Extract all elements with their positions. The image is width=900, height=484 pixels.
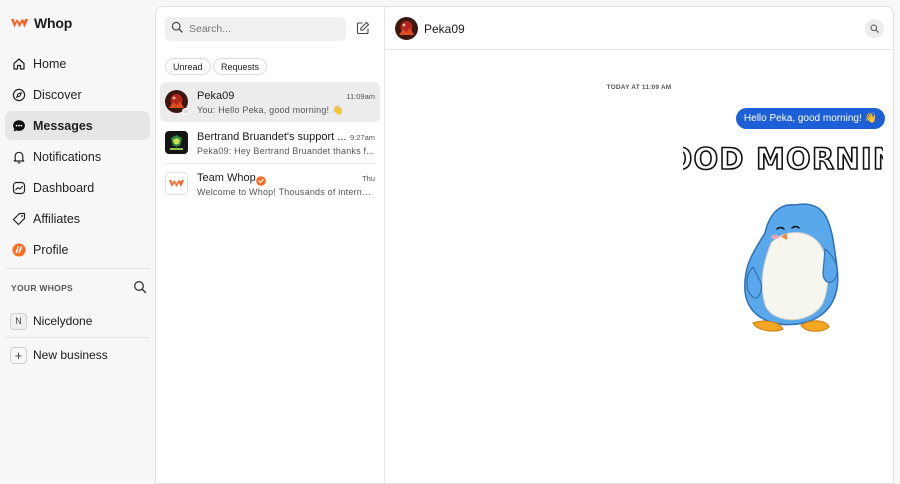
message-bubble[interactable]: Hello Peka, good morning! 👋 <box>735 108 885 129</box>
conversation-time: 11:09am <box>346 92 375 101</box>
whop-avatar: N <box>10 312 27 330</box>
new-business-button[interactable]: + New business <box>5 343 150 367</box>
nav-divider <box>5 268 150 269</box>
date-separator: TODAY AT 11:09 AM <box>606 84 672 91</box>
whop-name: Nicelydone <box>33 314 93 328</box>
search-input[interactable] <box>189 23 329 35</box>
home-icon <box>12 57 26 71</box>
nav-affiliates-label: Affiliates <box>33 211 81 226</box>
new-business-label: New business <box>33 348 108 362</box>
nav-home[interactable]: Home <box>5 49 150 78</box>
nav-profile-label: Profile <box>33 242 69 257</box>
search-icon <box>171 20 183 38</box>
sticker-text: GOOD MORNING <box>683 142 883 176</box>
nav-dashboard[interactable]: Dashboard <box>5 173 150 202</box>
conversation-name: Peka09 <box>197 90 235 102</box>
conversation-name: Bertrand Bruandet's support ... <box>197 131 347 143</box>
nav-profile[interactable]: Profile <box>5 235 150 264</box>
search-icon <box>870 24 879 33</box>
nav-affiliates[interactable]: Affiliates <box>5 204 150 233</box>
nav-notifications-label: Notifications <box>33 149 102 164</box>
whop-logo-icon <box>11 18 28 27</box>
chat-bubble-icon <box>12 119 26 133</box>
profile-logo-icon <box>12 243 26 257</box>
conversation-name: Team Whop <box>197 172 256 184</box>
conversation-item[interactable]: Peka09 11:09am You: Hello Peka, good mor… <box>160 82 380 122</box>
chat-pane: Peka09 TODAY AT 11:09 AM Hello Peka, goo… <box>385 7 900 483</box>
whop-logo[interactable]: Whop <box>11 15 72 31</box>
nav-discover-label: Discover <box>33 87 82 102</box>
filter-requests[interactable]: Requests <box>213 58 268 75</box>
app-name: Whop <box>34 15 73 31</box>
conversation-preview: Peka09: Hey Bertrand Bruandet thanks f..… <box>197 146 375 156</box>
messages-panel: Unread Requests Peka09 11:09am You: Hell… <box>155 6 900 484</box>
tag-icon <box>12 212 26 226</box>
plus-icon: + <box>10 346 27 364</box>
conversation-preview: Welcome to Whop! Thousands of interne... <box>197 187 375 197</box>
avatar <box>165 172 188 195</box>
your-whops-label: YOUR WHOPS <box>11 283 74 293</box>
penguin-sticker[interactable]: GOOD MORNING <box>642 133 900 333</box>
nav-home-label: Home <box>33 56 67 71</box>
conversation-time: 9:27am <box>349 133 375 142</box>
contact-avatar[interactable] <box>395 17 418 40</box>
nav-messages-label: Messages <box>33 118 93 133</box>
filter-unread[interactable]: Unread <box>165 58 211 75</box>
conversation-item[interactable]: Team Whop Thu Welcome to Whop! Thousands… <box>160 164 380 204</box>
whop-item-nicelydone[interactable]: N Nicelydone <box>5 309 150 333</box>
bell-icon <box>12 150 26 164</box>
nav-notifications[interactable]: Notifications <box>5 142 150 171</box>
compose-icon[interactable] <box>356 21 370 40</box>
conversation-preview: You: Hello Peka, good morning! 👋 <box>197 105 344 115</box>
chat-search-button[interactable] <box>865 19 884 38</box>
nav-dashboard-label: Dashboard <box>33 180 95 195</box>
search-field[interactable] <box>165 17 346 41</box>
nav-discover[interactable]: Discover <box>5 80 150 109</box>
compass-icon <box>12 88 26 102</box>
nav-divider-2 <box>5 337 150 338</box>
avatar <box>165 131 188 154</box>
chat-header: Peka09 <box>385 7 893 50</box>
conversation-time: Thu <box>362 174 375 183</box>
conversation-item[interactable]: Bertrand Bruandet's support ... 9:27am P… <box>160 123 380 163</box>
search-whops-icon[interactable] <box>133 280 147 299</box>
contact-name[interactable]: Peka09 <box>424 22 465 36</box>
conversation-list: Unread Requests Peka09 11:09am You: Hell… <box>156 7 385 483</box>
dashboard-icon <box>12 181 26 195</box>
presence-dot <box>182 108 189 115</box>
left-sidebar: Whop Home Discover Messages Notification… <box>0 0 155 484</box>
nav-messages[interactable]: Messages <box>5 111 150 140</box>
